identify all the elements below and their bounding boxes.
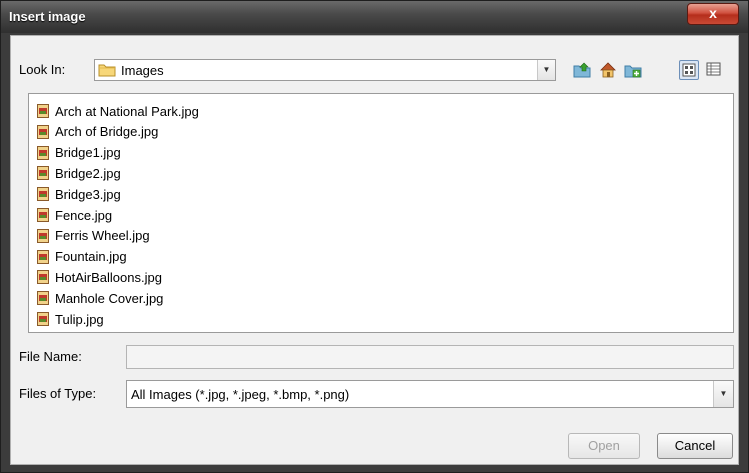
close-button[interactable]: x [687,3,739,25]
file-name-text: Arch at National Park.jpg [55,103,199,119]
file-name-text: Fence.jpg [55,207,113,223]
file-list-item[interactable]: Fence.jpg [37,205,112,225]
dialog-body: Look In: Images ▼ Arch at National Park.… [10,35,739,465]
look-in-value: Images [121,63,164,78]
new-folder-icon[interactable] [624,61,642,79]
look-in-dropdown[interactable]: Images ▼ [94,59,556,81]
files-of-type-label: Files of Type: [19,386,97,401]
file-name-text: Bridge2.jpg [55,165,121,181]
file-name-text: Ferris Wheel.jpg [55,228,150,244]
up-folder-icon[interactable] [573,61,591,79]
title-bar[interactable]: Insert image x [1,1,748,33]
file-name-text: Manhole Cover.jpg [55,290,164,306]
image-file-icon [37,124,49,139]
list-view-icon [682,63,696,77]
file-list-item[interactable]: Arch of Bridge.jpg [37,122,158,142]
image-file-icon [37,249,49,264]
file-list-item[interactable]: Tulip.jpg [37,309,104,329]
home-icon[interactable] [599,61,617,79]
file-name-text: Bridge3.jpg [55,186,121,202]
image-file-icon [37,312,49,326]
image-file-icon [37,187,49,202]
image-file-icon [37,145,49,160]
file-name-text: Arch of Bridge.jpg [55,124,159,140]
details-view-button[interactable] [704,60,724,80]
file-list-item[interactable]: Bridge2.jpg [37,163,121,183]
file-list-item[interactable]: HotAirBalloons.jpg [37,267,162,287]
folder-icon [98,64,116,77]
list-view-button[interactable] [679,60,699,80]
file-list-item[interactable]: Ferris Wheel.jpg [37,226,150,246]
chevron-down-icon[interactable]: ▼ [713,381,733,407]
file-list[interactable]: Arch at National Park.jpg Arch of Bridge.… [28,93,734,333]
file-list-item[interactable]: Arch at National Park.jpg [37,101,199,121]
file-name-text: Bridge1.jpg [55,145,121,161]
files-of-type-value: All Images (*.jpg, *.jpeg, *.bmp, *.png) [131,387,350,402]
file-name-text: Tulip.jpg [55,311,104,327]
image-file-icon [37,166,49,181]
files-of-type-dropdown[interactable]: All Images (*.jpg, *.jpeg, *.bmp, *.png)… [126,380,734,408]
image-file-icon [37,208,49,222]
image-file-icon [37,291,49,306]
close-icon: x [709,5,717,21]
open-button[interactable]: Open [568,433,640,459]
image-file-icon [37,228,49,243]
file-list-item[interactable]: Bridge1.jpg [37,143,121,163]
image-file-icon [37,270,49,285]
look-in-label: Look In: [19,62,66,77]
chevron-down-icon[interactable]: ▼ [537,60,555,80]
details-view-icon [706,62,721,76]
file-list-item[interactable]: Bridge3.jpg [37,184,121,204]
file-list-item[interactable]: Manhole Cover.jpg [37,288,163,308]
file-list-item[interactable]: Fountain.jpg [37,247,127,267]
file-name-text: Fountain.jpg [55,249,127,265]
image-file-icon [37,104,49,118]
file-name-field[interactable] [126,345,734,369]
dialog-title: Insert image [9,9,86,24]
file-name-text: HotAirBalloons.jpg [55,269,162,285]
insert-image-dialog: Insert image x Look In: Images ▼ Arch at… [0,0,749,473]
cancel-button[interactable]: Cancel [657,433,733,459]
file-name-label: File Name: [19,349,82,364]
